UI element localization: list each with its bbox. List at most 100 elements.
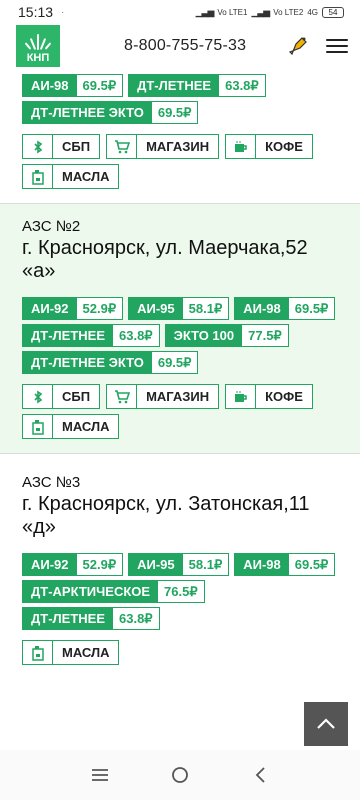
fuel-name: АИ-98: [235, 554, 289, 575]
logo-text: КНП: [26, 52, 50, 64]
service-label: МАСЛА: [62, 645, 110, 660]
oil-can-icon: [23, 641, 53, 664]
service-label: СБП: [62, 139, 91, 154]
bluetooth-icon: [23, 135, 53, 158]
fuel-badge: ДТ-АРКТИЧЕСКОЕ 76.5₽: [22, 580, 205, 603]
coffee-icon: [226, 385, 257, 408]
service-shop: МАГАЗИН: [106, 134, 220, 159]
station-title: АЗС №3: [22, 474, 81, 491]
service-list: СБП МАГАЗИН КОФЕ МАСЛА: [22, 384, 338, 439]
cart-icon: [107, 135, 138, 158]
chevron-up-icon: [317, 718, 335, 729]
fuel-list: АИ-98 69.5₽ ДТ-ЛЕТНЕЕ 63.8₽ ДТ-ЛЕТНЕЕ ЭК…: [22, 74, 338, 124]
service-list: МАСЛА: [22, 640, 338, 665]
service-sbp: СБП: [22, 384, 101, 409]
service-label: МАСЛА: [62, 419, 110, 434]
fuel-nozzle-icon[interactable]: [284, 32, 312, 60]
fuel-name: ДТ-ЛЕТНЕЕ: [129, 75, 220, 96]
fuel-name: АИ-92: [23, 554, 77, 575]
service-coffee: КОФЕ: [225, 384, 313, 409]
logo[interactable]: КНП: [16, 25, 60, 67]
fuel-price: 63.8₽: [219, 75, 265, 96]
fuel-price: 76.5₽: [158, 581, 204, 602]
battery-icon: 54: [322, 6, 344, 18]
recent-apps-button[interactable]: [80, 755, 120, 795]
fuel-name: ДТ-АРКТИЧЕСКОЕ: [23, 581, 159, 602]
net2-label: Vo LTE2: [273, 7, 304, 17]
fuel-name: АИ-95: [129, 298, 183, 319]
service-label: КОФЕ: [265, 389, 303, 404]
service-label: СБП: [62, 389, 91, 404]
fuel-price: 58.1₽: [182, 298, 229, 319]
fuel-badge: АИ-98 69.5₽: [22, 74, 124, 97]
fuel-name: АИ-98: [235, 298, 289, 319]
fuel-name: ЭКТО 100: [165, 325, 243, 346]
scroll-top-button[interactable]: [304, 702, 348, 746]
station-address: г. Красноярск, ул. Затонская,11 «д»: [22, 493, 310, 538]
fuel-price: 69.5₽: [151, 102, 198, 123]
service-label: КОФЕ: [265, 139, 303, 154]
fuel-price: 77.5₽: [242, 325, 288, 346]
cart-icon: [107, 385, 138, 408]
fuel-badge: ДТ-ЛЕТНЕЕ ЭКТО 69.5₽: [22, 351, 199, 374]
fuel-name: АИ-92: [23, 298, 77, 319]
station-list[interactable]: АИ-98 69.5₽ ДТ-ЛЕТНЕЕ 63.8₽ ДТ-ЛЕТНЕЕ ЭК…: [0, 68, 360, 750]
service-shop: МАГАЗИН: [106, 384, 220, 409]
signal-icon-2: ▁▃▅: [251, 6, 270, 17]
fuel-badge: АИ-95 58.1₽: [128, 297, 230, 320]
back-button[interactable]: [240, 755, 280, 795]
fuel-price: 52.9₽: [76, 298, 123, 319]
service-coffee: КОФЕ: [225, 134, 313, 159]
station-address: г. Красноярск, ул. Маерчака,52 «а»: [22, 237, 308, 282]
station-title: АЗС №2: [22, 218, 81, 235]
fuel-price: 69.5₽: [76, 75, 123, 96]
fuel-name: АИ-95: [129, 554, 183, 575]
fuel-name: АИ-98: [23, 75, 77, 96]
system-nav-bar: [0, 750, 360, 800]
fuel-price: 69.5₽: [288, 554, 335, 575]
fuel-price: 63.8₽: [113, 325, 159, 346]
fuel-badge: АИ-98 69.5₽: [234, 297, 336, 320]
home-button[interactable]: [160, 755, 200, 795]
fuel-name: ДТ-ЛЕТНЕЕ ЭКТО: [23, 102, 152, 123]
phone-number[interactable]: 8-800-755-75-33: [124, 37, 246, 55]
fuel-list: АИ-92 52.9₽ АИ-95 58.1₽ АИ-98 69.5₽ ДТ-А…: [22, 553, 338, 630]
fuel-name: ДТ-ЛЕТНЕЕ ЭКТО: [23, 352, 152, 373]
service-label: МАГАЗИН: [146, 139, 210, 154]
fuel-name: ДТ-ЛЕТНЕЕ: [23, 608, 113, 629]
fuel-badge: АИ-95 58.1₽: [128, 553, 230, 576]
home-circle-icon: [172, 767, 188, 783]
menu-lines-icon: [92, 769, 108, 781]
status-bar: 15:13 · ▁▃▅ Vo LTE1 ▁▃▅ Vo LTE2 4G 54: [0, 0, 360, 24]
service-oils: МАСЛА: [22, 164, 120, 189]
oil-can-icon: [23, 415, 53, 438]
fuel-price: 69.5₽: [288, 298, 335, 319]
fuel-price: 63.8₽: [113, 608, 159, 629]
service-sbp: СБП: [22, 134, 101, 159]
notification-dot-icon: ·: [61, 6, 65, 18]
fuel-price: 58.1₽: [182, 554, 229, 575]
station-card[interactable]: АЗС №3 г. Красноярск, ул. Затонская,11 «…: [0, 454, 360, 679]
station-card[interactable]: АЗС №2 г. Красноярск, ул. Маерчака,52 «а…: [0, 204, 360, 454]
fuel-badge: ДТ-ЛЕТНЕЕ ЭКТО 69.5₽: [22, 101, 199, 124]
oil-can-icon: [23, 165, 53, 188]
service-oils: МАСЛА: [22, 640, 120, 665]
fuel-badge: АИ-92 52.9₽: [22, 297, 124, 320]
service-oils: МАСЛА: [22, 414, 120, 439]
bluetooth-icon: [23, 385, 53, 408]
menu-icon[interactable]: [326, 39, 348, 53]
signal-icon: ▁▃▅: [195, 6, 215, 17]
service-label: МАСЛА: [62, 169, 110, 184]
fuel-badge: ДТ-ЛЕТНЕЕ 63.8₽: [22, 607, 160, 630]
fuel-badge: АИ-92 52.9₽: [22, 553, 124, 576]
fuel-badge: ЭКТО 100 77.5₽: [164, 324, 289, 347]
fuel-name: ДТ-ЛЕТНЕЕ: [23, 325, 113, 346]
net1-label: Vo LTE1: [217, 7, 248, 17]
status-time: 15:13: [18, 4, 54, 20]
coffee-icon: [226, 135, 257, 158]
fuel-badge: ДТ-ЛЕТНЕЕ 63.8₽: [22, 324, 160, 347]
fuel-price: 52.9₽: [76, 554, 123, 575]
fuel-badge: ДТ-ЛЕТНЕЕ 63.8₽: [128, 74, 266, 97]
fuel-price: 69.5₽: [151, 352, 198, 373]
logo-mark-icon: [24, 30, 52, 50]
